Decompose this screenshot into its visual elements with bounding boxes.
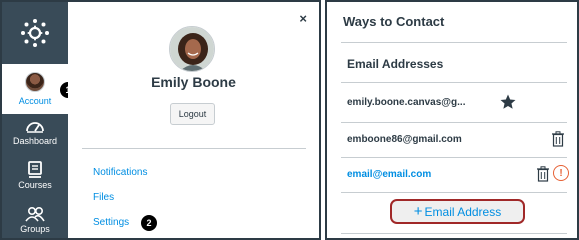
add-email-label: Email Address xyxy=(424,204,502,219)
plus-icon: + xyxy=(413,203,423,220)
divider xyxy=(341,82,567,83)
ways-to-contact-title: Ways to Contact xyxy=(343,14,445,29)
canvas-logo-icon[interactable] xyxy=(2,2,68,64)
star-icon xyxy=(500,94,516,109)
nav-dashboard-label: Dashboard xyxy=(12,136,58,146)
warning-icon: ! xyxy=(553,165,569,181)
tray-link-files[interactable]: Files xyxy=(93,192,114,203)
nav-item-account[interactable]: Account xyxy=(2,64,68,114)
nav-groups-label: Groups xyxy=(20,224,50,234)
groups-icon xyxy=(25,206,45,222)
divider xyxy=(341,192,567,193)
divider xyxy=(82,148,306,149)
dashboard-icon xyxy=(26,122,44,133)
list-item: emboone86@gmail.com xyxy=(347,127,567,151)
nav-item-dashboard[interactable]: Dashboard xyxy=(2,114,68,156)
email-address: emily.boone.canvas@g... xyxy=(347,96,466,108)
account-tray-screenshot: Account Dashboard Courses Groups × Emily… xyxy=(0,0,321,240)
user-name: Emily Boone xyxy=(151,74,236,90)
divider xyxy=(341,233,567,234)
nav-item-courses[interactable]: Courses xyxy=(2,158,68,200)
email-address-unconfirmed[interactable]: email@email.com xyxy=(347,169,431,180)
divider xyxy=(341,122,567,123)
tray-link-notifications[interactable]: Notifications xyxy=(93,167,147,178)
email-address: emboone86@gmail.com xyxy=(347,133,462,145)
tray-link-settings[interactable]: Settings xyxy=(93,217,129,228)
divider xyxy=(341,157,567,158)
account-tray: × Emily Boone Logout Notifications Files… xyxy=(68,2,319,238)
email-addresses-heading: Email Addresses xyxy=(347,57,444,71)
list-item: email@email.com ! xyxy=(347,162,569,186)
nav-courses-label: Courses xyxy=(18,180,52,190)
logout-button[interactable]: Logout xyxy=(170,103,215,125)
add-email-address-button[interactable]: + Email Address xyxy=(390,199,525,224)
courses-icon xyxy=(28,161,42,178)
nav-item-groups[interactable]: Groups xyxy=(2,202,68,238)
trash-icon[interactable] xyxy=(551,131,565,147)
list-item: emily.boone.canvas@g... xyxy=(347,90,567,114)
divider xyxy=(341,42,567,43)
close-icon[interactable]: × xyxy=(299,12,307,25)
trash-icon[interactable] xyxy=(536,166,550,182)
ways-to-contact-panel: Ways to Contact Email Addresses emily.bo… xyxy=(325,0,579,240)
user-avatar xyxy=(169,26,215,72)
step-callout-2: 2 xyxy=(141,215,157,231)
global-navigation: Account Dashboard Courses Groups xyxy=(2,2,68,238)
nav-account-label: Account xyxy=(18,96,52,106)
avatar xyxy=(25,72,45,92)
